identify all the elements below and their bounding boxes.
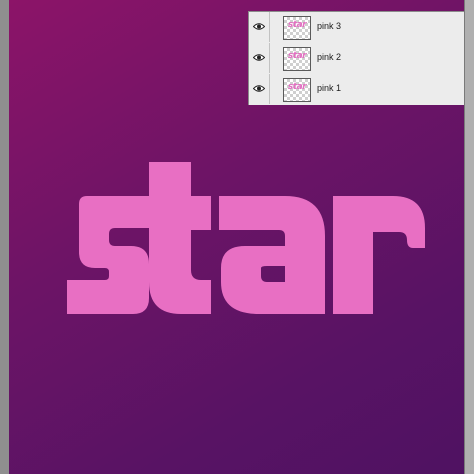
- canvas-left-gutter: [0, 0, 9, 474]
- layer-thumbnail: star: [283, 47, 311, 71]
- letter-a: [219, 196, 325, 314]
- layers-panel[interactable]: star pink 3 star pink 2 star pink 1: [248, 11, 465, 105]
- thumbnail-text: star: [287, 82, 307, 92]
- layer-row-pink-3[interactable]: star pink 3: [249, 12, 465, 44]
- eye-icon: [253, 23, 265, 30]
- thumbnail-text: star: [287, 51, 307, 61]
- layer-visibility-toggle[interactable]: [249, 12, 270, 42]
- document-canvas[interactable]: star pink 3 star pink 2 star pink 1: [9, 0, 465, 474]
- letter-t: [149, 162, 211, 314]
- layer-visibility-toggle[interactable]: [249, 43, 270, 73]
- layer-row-pink-2[interactable]: star pink 2: [249, 43, 465, 75]
- layer-visibility-toggle[interactable]: [249, 74, 270, 104]
- thumbnail-text: star: [287, 20, 307, 30]
- letter-s: [67, 196, 149, 314]
- layer-name: pink 1: [317, 83, 342, 93]
- eye-icon: [253, 85, 265, 92]
- layer-name: pink 3: [317, 21, 342, 31]
- layer-row-pink-1[interactable]: star pink 1: [249, 74, 465, 105]
- canvas-right-gutter: [464, 0, 474, 474]
- eye-icon: [253, 54, 265, 61]
- layer-name: pink 2: [317, 52, 342, 62]
- layer-thumbnail: star: [283, 16, 311, 40]
- letter-r: [333, 196, 425, 314]
- layer-thumbnail: star: [283, 78, 311, 102]
